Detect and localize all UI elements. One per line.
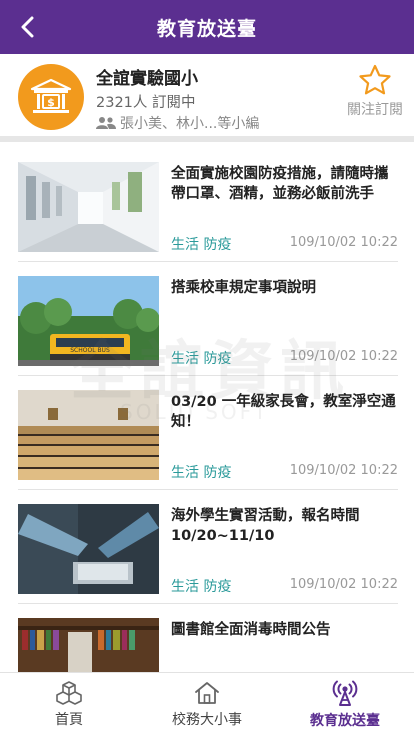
app-screen: 教育放送臺 $ 全誼實驗國小 2321人 訂閱中 張小美、林小...等小編 關注… [0, 0, 414, 736]
post-time: 109/10/02 10:22 [289, 463, 398, 478]
nav-label: 校務大小事 [172, 711, 242, 728]
post-title: 圖書館全面消毒時間公告 [171, 622, 331, 638]
broadcast-icon [332, 680, 358, 706]
editor-names: 張小美、林小...等小編 [120, 116, 260, 132]
subscriber-count: 2321人 訂閱中 [96, 95, 196, 111]
post-title: 海外學生實習活動，報名時間 10/20~11/10 [171, 508, 360, 544]
star-icon [359, 64, 391, 95]
page-title: 教育放送臺 [156, 17, 257, 40]
nav-home[interactable]: 首頁 [0, 673, 138, 736]
follow-button[interactable]: 關注訂閱 [344, 64, 406, 119]
follow-label: 關注訂閱 [347, 102, 403, 118]
bank-icon: $ [30, 78, 72, 113]
post-item[interactable]: 圖書館全面消毒時間公告 [18, 604, 398, 672]
svg-text:SCHOOL BUS: SCHOOL BUS [70, 347, 110, 354]
post-tags[interactable]: 生活 防疫 [171, 348, 231, 368]
editor-list: 張小美、林小...等小編 [96, 113, 259, 133]
post-tags[interactable]: 生活 防疫 [171, 462, 231, 482]
post-title: 全面實施校園防疫措施，請隨時攜帶口罩、酒精，並務必飯前洗手 [171, 166, 389, 202]
post-item[interactable]: 全面實施校園防疫措施，請隨時攜帶口罩、酒精，並務必飯前洗手 生活 防疫 109/… [18, 148, 398, 262]
svg-text:$: $ [47, 96, 55, 109]
post-thumbnail-corridor [18, 162, 159, 252]
home-icon [195, 681, 219, 704]
nav-broadcast[interactable]: 教育放送臺 [276, 673, 414, 736]
post-title: 搭乘校車規定事項說明 [171, 280, 316, 296]
post-time: 109/10/02 10:22 [289, 235, 398, 250]
post-thumbnail-auditorium [18, 390, 159, 480]
channel-name: 全誼實驗國小 [96, 69, 198, 89]
post-tags[interactable]: 生活 防疫 [171, 576, 231, 596]
post-time: 109/10/02 10:22 [289, 349, 398, 364]
nav-school-affairs[interactable]: 校務大小事 [138, 673, 276, 736]
bottom-nav: 首頁 校務大小事 教育放送臺 [0, 672, 414, 736]
users-icon [96, 117, 116, 129]
nav-label: 首頁 [55, 711, 83, 728]
channel-logo: $ [18, 64, 84, 130]
post-thumbnail-library [18, 618, 159, 672]
post-feed: 全面實施校園防疫措施，請隨時攜帶口罩、酒精，並務必飯前洗手 生活 防疫 109/… [0, 148, 414, 672]
post-item[interactable]: SCHOOL BUS 搭乘校車規定事項說明 生活 防疫 109/10/02 10… [18, 262, 398, 376]
post-time: 109/10/02 10:22 [289, 577, 398, 592]
post-item[interactable]: 03/20 一年級家長會，教室淨空通知！ 生活 防疫 109/10/02 10:… [18, 376, 398, 490]
post-thumbnail-schoolbus: SCHOOL BUS [18, 276, 159, 366]
back-button[interactable] [14, 13, 42, 41]
nav-label: 教育放送臺 [310, 712, 380, 729]
chevron-left-icon [21, 16, 34, 38]
post-thumbnail-laptop [18, 504, 159, 594]
post-item[interactable]: 海外學生實習活動，報名時間 10/20~11/10 生活 防疫 109/10/0… [18, 490, 398, 604]
cubes-icon [56, 680, 82, 705]
top-bar: 教育放送臺 [0, 0, 414, 54]
post-title: 03/20 一年級家長會，教室淨空通知！ [171, 394, 396, 430]
channel-card: $ 全誼實驗國小 2321人 訂閱中 張小美、林小...等小編 關注訂閱 [0, 54, 414, 142]
post-tags[interactable]: 生活 防疫 [171, 234, 231, 254]
